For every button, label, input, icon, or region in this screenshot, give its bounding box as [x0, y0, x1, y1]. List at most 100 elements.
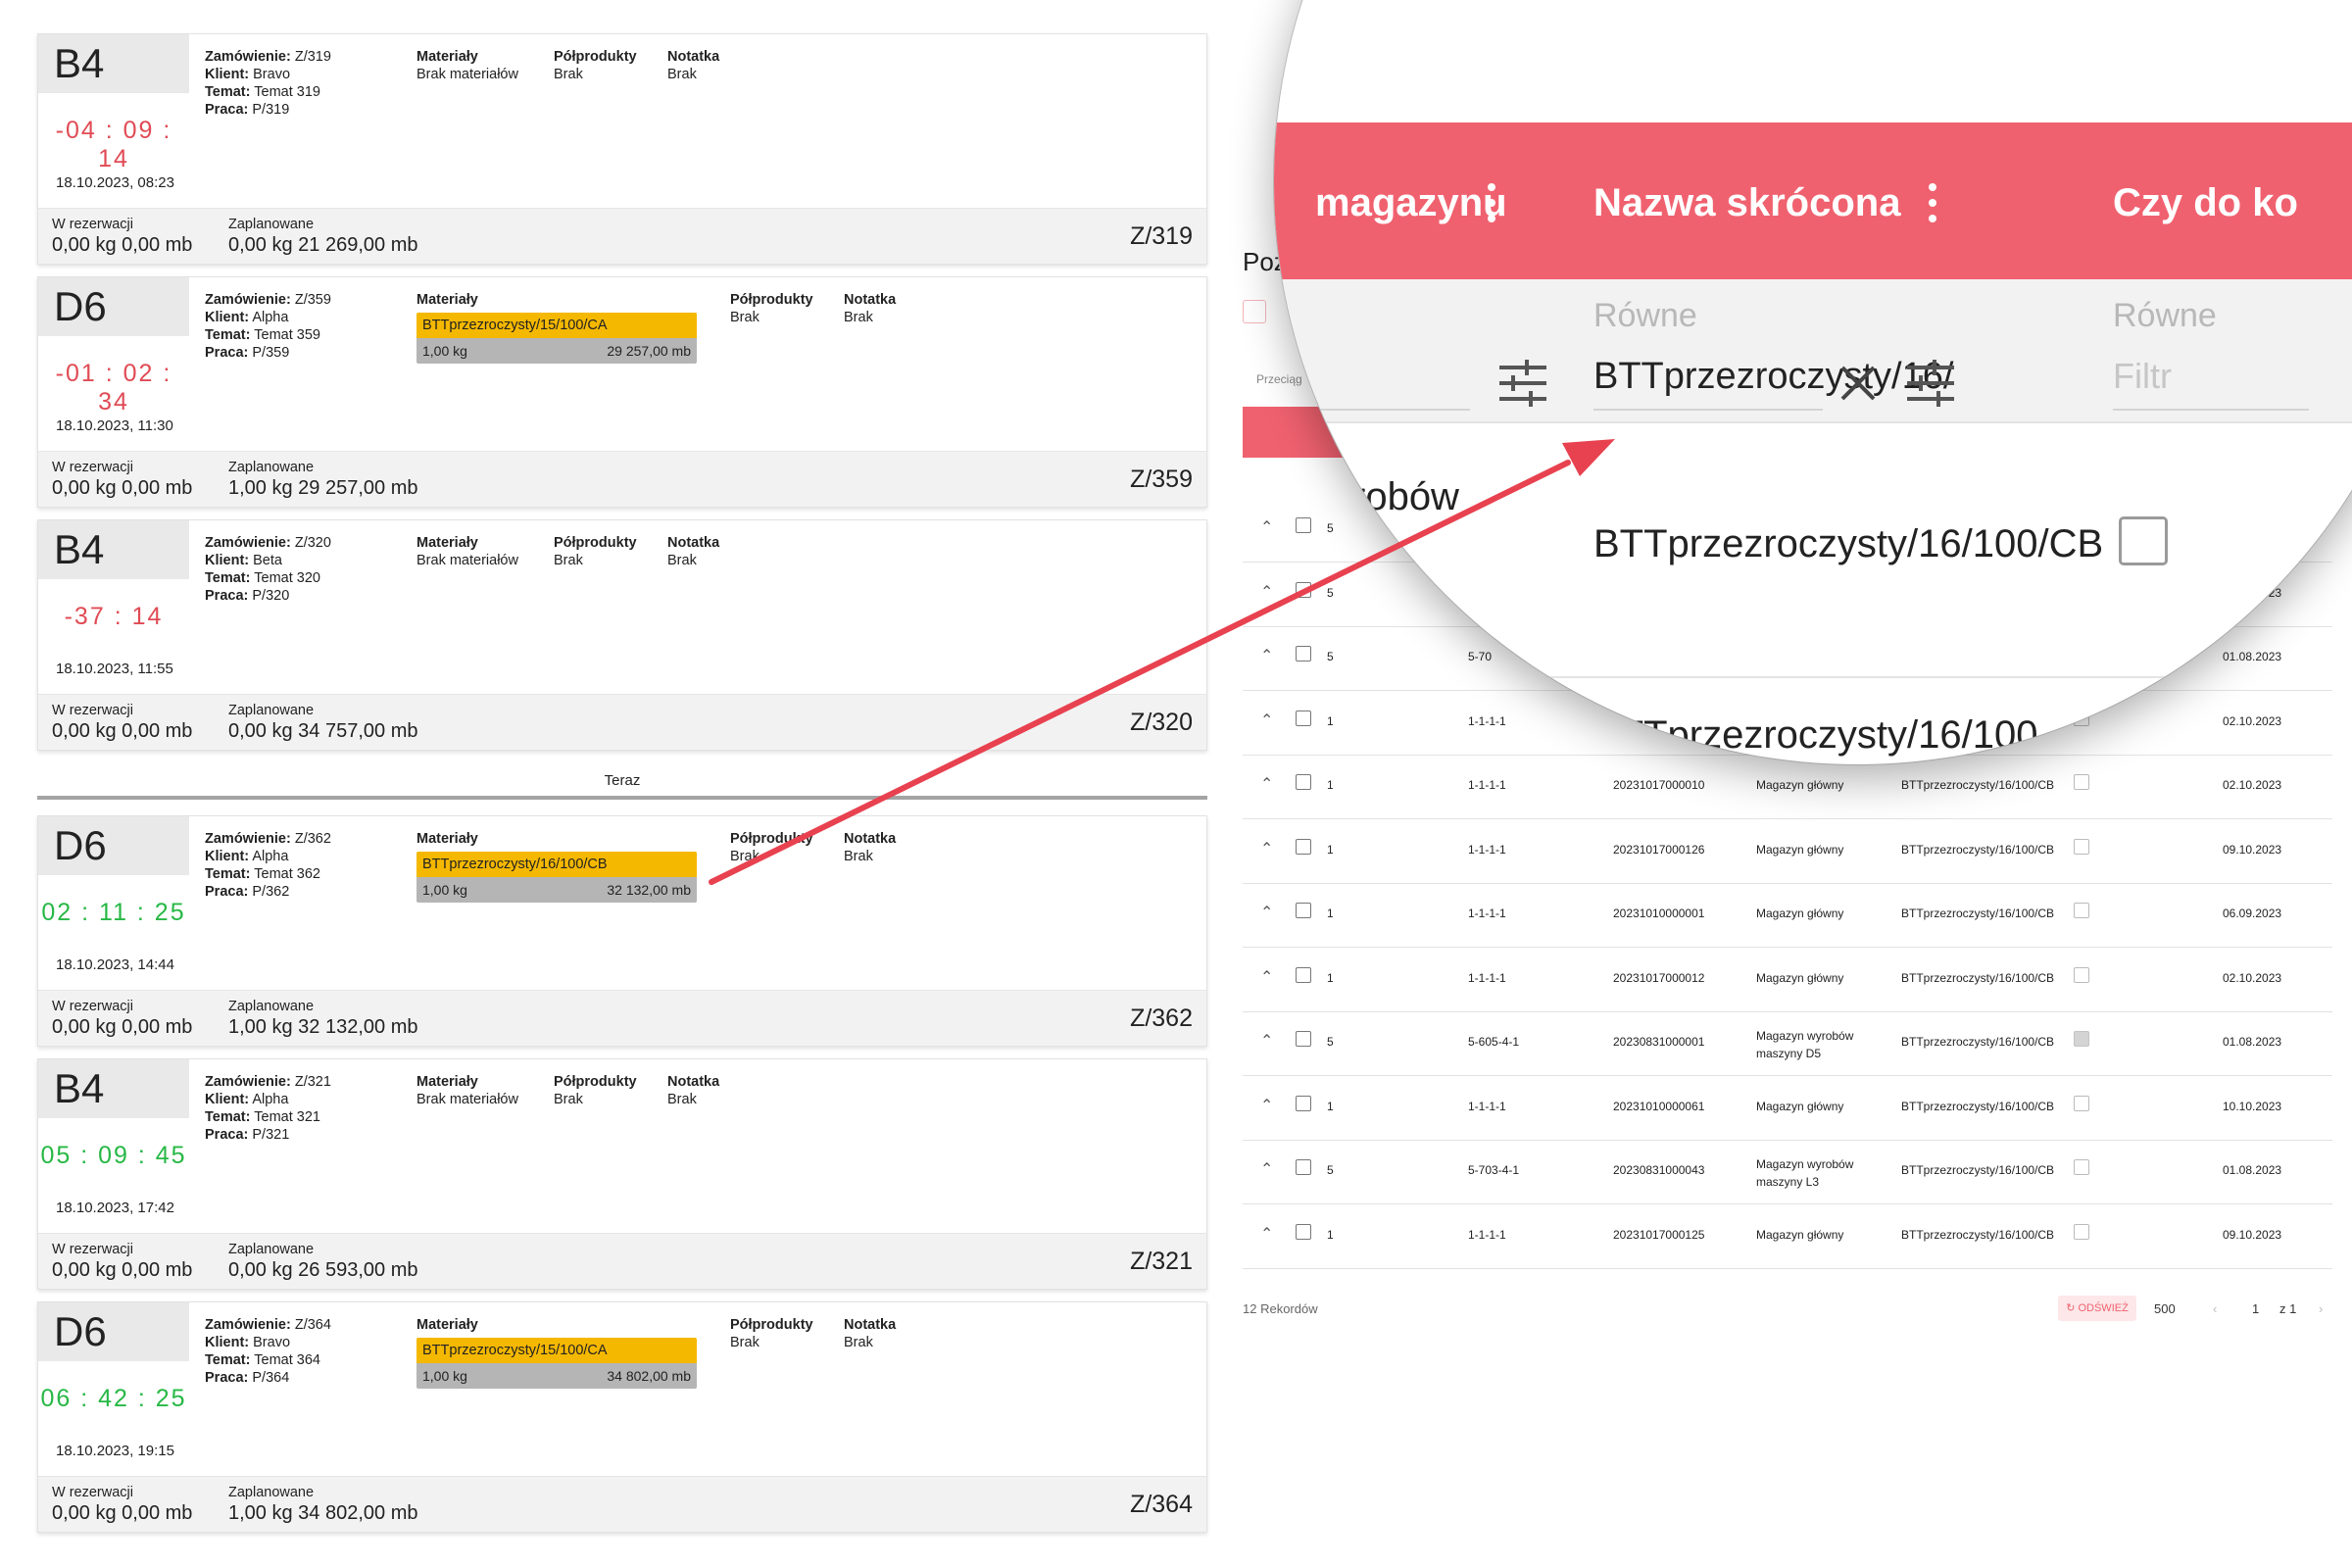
order-label: Zamówienie:	[205, 1317, 291, 1333]
table-row[interactable]: ⌃ 5 5-605-4-1 20230831000001 Magazyn wyr…	[1243, 1011, 2332, 1076]
table-row[interactable]: ⌃ 1 1-1-1-1 20231017000012 Magazyn główn…	[1243, 948, 2332, 1012]
table-row[interactable]: ⌃ 1 1-1-1-1 20231010000061 Magazyn główn…	[1243, 1076, 2332, 1141]
expand-icon[interactable]: ⌃	[1260, 710, 1273, 730]
filter-settings-icon[interactable]	[1497, 358, 1548, 414]
refresh-button[interactable]: ↻ ODŚWIEŻ	[2058, 1296, 2136, 1321]
page-size-select[interactable]: 500	[2154, 1301, 2176, 1316]
row-select-checkbox[interactable]	[1296, 1031, 1311, 1047]
clear-filter-icon[interactable]	[1838, 364, 1878, 408]
column-warehouse-header[interactable]: magazynu	[1315, 181, 1507, 225]
date-cell: 02.10.2023	[2223, 713, 2282, 728]
material-chip[interactable]: BTTprzezroczysty/15/100/CA 1,00 kg 29 25…	[416, 313, 697, 364]
row-flag-checkbox[interactable]	[2074, 903, 2089, 918]
client-name: Beta	[253, 553, 282, 568]
materials-column: Materiały Brak materiałów	[416, 48, 518, 83]
table-row[interactable]: ⌃ 1 1-1-1-1 20231017000126 Magazyn główn…	[1243, 819, 2332, 884]
column-menu-icon[interactable]	[1488, 183, 1495, 230]
expand-icon[interactable]: ⌃	[1260, 903, 1273, 922]
table-row[interactable]: ⌃ 1 1-1-1-1 20231017000125 Magazyn główn…	[1243, 1204, 2332, 1269]
row-select-checkbox[interactable]	[1296, 1159, 1311, 1175]
order-code: Z/321	[1130, 1248, 1193, 1275]
column-short-name-header[interactable]: Nazwa skrócona	[1593, 181, 1900, 225]
row-flag-checkbox[interactable]	[2074, 1159, 2089, 1175]
material-name: BTTprzezroczysty/15/100/CA	[416, 1338, 697, 1363]
countdown-timer: -01 : 02 : 34	[55, 360, 172, 416]
row-flag-checkbox[interactable]	[2074, 1095, 2089, 1111]
work-order-card[interactable]: D6 02 : 11 : 25 18.10.2023, 14:44 Zamówi…	[37, 815, 1207, 1047]
expand-icon[interactable]: ⌃	[1260, 1096, 1273, 1115]
expand-icon[interactable]: ⌃	[1260, 774, 1273, 794]
filter-settings-icon[interactable]	[1905, 358, 1956, 414]
row-select-checkbox[interactable]	[1296, 1223, 1311, 1240]
row-select-checkbox[interactable]	[1296, 710, 1311, 726]
job-label: Praca:	[205, 345, 249, 361]
material-chip[interactable]: BTTprzezroczysty/15/100/CA 1,00 kg 34 80…	[416, 1338, 697, 1389]
row-select-checkbox[interactable]	[1296, 774, 1311, 790]
next-filter-input[interactable]: Filtr	[2113, 356, 2172, 397]
material-qty-bar: 1,00 kg 29 257,00 mb	[416, 338, 697, 364]
row-flag-checkbox[interactable]	[2074, 1223, 2089, 1240]
expand-icon[interactable]: ⌃	[1260, 517, 1273, 537]
work-order-card[interactable]: D6 -01 : 02 : 34 18.10.2023, 11:30 Zamów…	[37, 276, 1207, 508]
filter-mode-label[interactable]: Równe	[2113, 297, 2217, 335]
column-next-header[interactable]: Czy do ko	[2113, 181, 2298, 225]
prev-page-icon[interactable]: ‹	[2213, 1301, 2217, 1316]
card-footer: W rezerwacji 0,00 kg 0,00 mb Zaplanowane…	[38, 1233, 1206, 1289]
semi-products-value: Brak	[730, 849, 760, 864]
material-chip[interactable]: BTTprzezroczysty/16/100/CB 1,00 kg 32 13…	[416, 852, 697, 903]
zoomed-row-checkbox[interactable]	[2119, 516, 2168, 565]
row-flag-checkbox[interactable]	[2074, 1031, 2089, 1047]
zoomed-short-name-cell: BTTprzezroczysty/16/100	[1593, 713, 2038, 757]
row-flag-checkbox[interactable]	[2074, 838, 2089, 855]
topic-name: Temat 319	[254, 84, 320, 100]
table-row[interactable]: ⌃ 5 5-703-4-1 20230831000043 Magazyn wyr…	[1243, 1140, 2332, 1204]
client-name: Alpha	[252, 310, 289, 325]
topic-name: Temat 320	[254, 570, 320, 586]
work-order-card[interactable]: B4 -04 : 09 : 14 18.10.2023, 08:23 Zamów…	[37, 33, 1207, 265]
expand-icon[interactable]: ⌃	[1260, 839, 1273, 858]
row-select-checkbox[interactable]	[1296, 1095, 1311, 1111]
column-menu-icon[interactable]	[1929, 183, 1936, 230]
row-flag-checkbox[interactable]	[2074, 774, 2089, 790]
card-footer: W rezerwacji 0,00 kg 0,00 mb Zaplanowane…	[38, 451, 1206, 507]
toolbar-icon-button[interactable]	[1243, 300, 1266, 323]
station-badge: D6	[38, 1302, 189, 1361]
expand-icon[interactable]: ⌃	[1260, 1159, 1273, 1179]
row-select-checkbox[interactable]	[1296, 517, 1311, 533]
station-code: D6	[54, 1308, 107, 1354]
client-label: Klient:	[205, 310, 250, 325]
order-number: Z/362	[294, 831, 331, 847]
page-input[interactable]: 1	[2252, 1301, 2259, 1316]
warehouse-cell: Magazyn główny	[1756, 1227, 1844, 1242]
row-select-checkbox[interactable]	[1296, 581, 1311, 598]
table-row[interactable]: ⌃ 1 1-1-1-1 20231017000010 Magazyn główn…	[1243, 755, 2332, 819]
station-code: B4	[54, 526, 105, 572]
row-select-checkbox[interactable]	[1296, 838, 1311, 855]
next-page-icon[interactable]: ›	[2319, 1301, 2323, 1316]
work-order-card[interactable]: B4 05 : 09 : 45 18.10.2023, 17:42 Zamówi…	[37, 1058, 1207, 1290]
expand-icon[interactable]: ⌃	[1260, 1224, 1273, 1244]
filter-mode-label[interactable]: Równe	[1593, 297, 1697, 335]
expand-icon[interactable]: ⌃	[1260, 1031, 1273, 1051]
now-divider	[37, 796, 1207, 800]
expand-icon[interactable]: ⌃	[1260, 967, 1273, 987]
job-number: P/362	[252, 884, 290, 900]
row-select-checkbox[interactable]	[1296, 646, 1311, 662]
material-qty-bar: 1,00 kg 34 802,00 mb	[416, 1363, 697, 1389]
work-order-card[interactable]: D6 06 : 42 : 25 18.10.2023, 19:15 Zamówi…	[37, 1301, 1207, 1533]
row-select-checkbox[interactable]	[1296, 903, 1311, 918]
row-select-checkbox[interactable]	[1296, 966, 1311, 983]
note-column: Notatka Brak	[844, 1316, 896, 1351]
note-column: Notatka Brak	[667, 1073, 719, 1108]
expand-icon[interactable]: ⌃	[1260, 646, 1273, 665]
short-name-filter-input[interactable]: BTTprzezroczysty/16/	[1593, 356, 1953, 398]
qty-cell: 1	[1327, 778, 1334, 792]
material-name: BTTprzezroczysty/15/100/CA	[416, 313, 697, 338]
reserved-value: 0,00 kg 0,00 mb	[52, 477, 193, 499]
work-order-card[interactable]: B4 -37 : 14 18.10.2023, 11:55 Zamówienie…	[37, 519, 1207, 751]
location-cell: 1-1-1-1	[1468, 713, 1506, 728]
row-flag-checkbox[interactable]	[2074, 966, 2089, 983]
note-header: Notatka	[667, 49, 720, 65]
table-row[interactable]: ⌃ 1 1-1-1-1 20231010000001 Magazyn główn…	[1243, 883, 2332, 948]
expand-icon[interactable]: ⌃	[1260, 582, 1273, 602]
